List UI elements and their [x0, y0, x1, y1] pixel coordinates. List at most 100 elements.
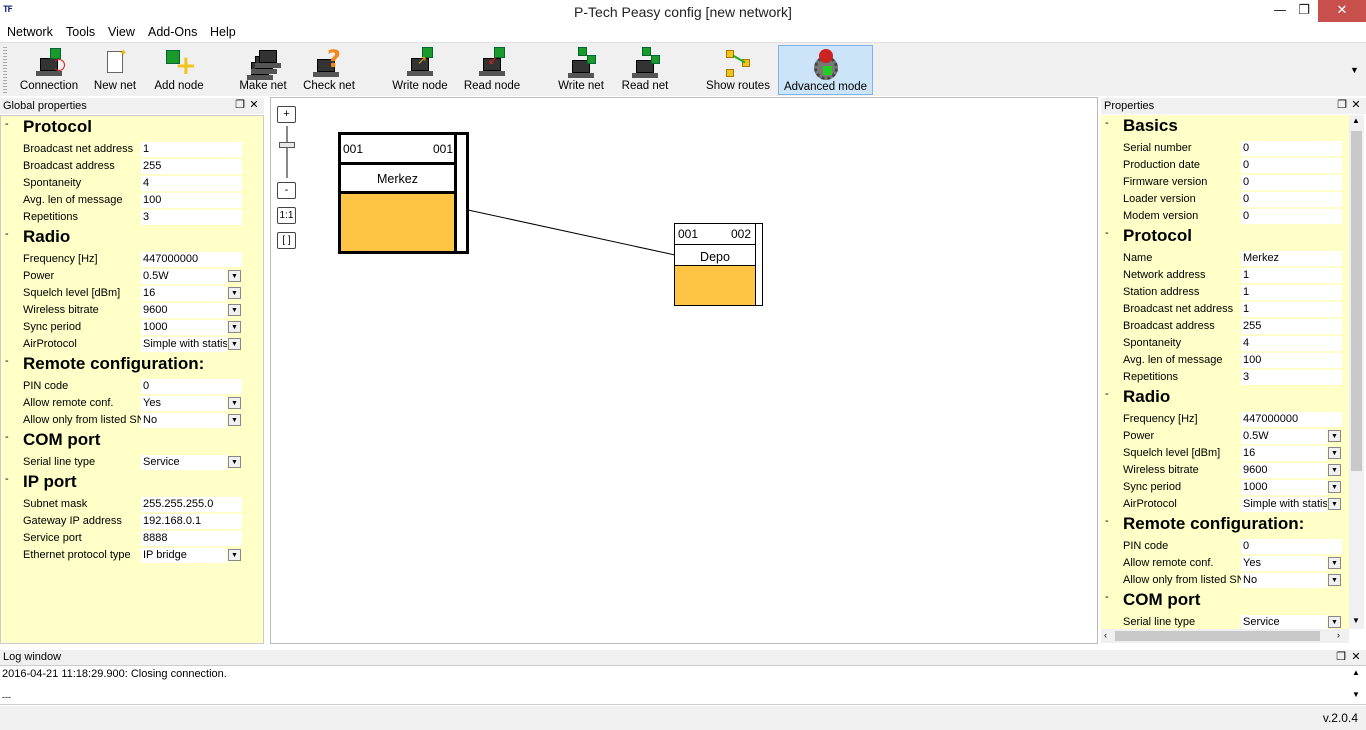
write-net-button[interactable]: Write net	[553, 45, 609, 95]
dropdown-arrow-icon[interactable]: ▼	[228, 397, 241, 409]
property-value[interactable]: 3	[1241, 370, 1342, 385]
property-value[interactable]: 1000	[1241, 480, 1327, 495]
property-value[interactable]: 1	[1241, 285, 1342, 300]
collapse-icon[interactable]: -	[1105, 227, 1109, 239]
property-row[interactable]: AirProtocol Simple with statis ▼	[1101, 496, 1349, 513]
new-net-button[interactable]: ✦ New net	[90, 45, 140, 95]
property-value[interactable]: Merkez	[1241, 251, 1342, 266]
section-protocol[interactable]: - Protocol	[1101, 225, 1349, 247]
scroll-down-icon[interactable]: ▼	[1352, 690, 1360, 699]
property-row[interactable]: Wireless bitrate 9600 ▼	[1, 302, 263, 319]
collapse-icon[interactable]: -	[5, 118, 9, 130]
collapse-icon[interactable]: -	[1105, 388, 1109, 400]
advanced-mode-button[interactable]: Advanced mode	[778, 45, 873, 95]
scroll-left-icon[interactable]: ‹	[1104, 630, 1107, 640]
property-row[interactable]: PIN code 0	[1, 378, 263, 395]
show-routes-button[interactable]: Show routes	[702, 45, 774, 95]
add-node-button[interactable]: + Add node	[150, 45, 208, 95]
property-row[interactable]: Power 0.5W ▼	[1, 268, 263, 285]
scroll-down-icon[interactable]: ▼	[1352, 616, 1360, 625]
property-row[interactable]: Allow remote conf. Yes ▼	[1101, 555, 1349, 572]
property-row[interactable]: Broadcast address 255	[1, 158, 263, 175]
menu-network[interactable]: Network	[7, 25, 53, 39]
collapse-icon[interactable]: -	[5, 431, 9, 443]
menu-add-ons[interactable]: Add-Ons	[148, 25, 197, 39]
property-row[interactable]: Broadcast address 255	[1101, 318, 1349, 335]
property-value[interactable]: No	[1241, 573, 1327, 588]
toolbar-grip[interactable]	[3, 47, 7, 93]
property-row[interactable]: Broadcast net address 1	[1, 141, 263, 158]
property-value[interactable]: 0	[1241, 175, 1342, 190]
property-row[interactable]: Sync period 1000 ▼	[1, 319, 263, 336]
read-net-button[interactable]: Read net	[618, 45, 672, 95]
properties-horizontal-scrollbar[interactable]: ‹ ›	[1101, 629, 1349, 643]
close-panel-icon[interactable]: ✕	[1350, 650, 1362, 665]
property-row[interactable]: Allow only from listed SN No ▼	[1, 412, 263, 429]
property-value[interactable]: 9600	[1241, 463, 1327, 478]
property-row[interactable]: PIN code 0	[1101, 538, 1349, 555]
section-com-port[interactable]: - COM port	[1101, 589, 1349, 611]
property-value[interactable]: 8888	[141, 531, 242, 546]
property-value[interactable]: 447000000	[1241, 412, 1342, 427]
scrollbar-thumb[interactable]	[1351, 131, 1362, 471]
scrollbar-thumb[interactable]	[1115, 631, 1320, 641]
property-value[interactable]: 1	[1241, 302, 1342, 317]
close-button[interactable]: ✕	[1318, 0, 1366, 22]
property-row[interactable]: Ethernet protocol type IP bridge ▼	[1, 547, 263, 564]
property-value[interactable]: 1	[141, 142, 242, 157]
collapse-icon[interactable]: -	[5, 355, 9, 367]
connection-button[interactable]: Connection	[18, 45, 80, 95]
property-row[interactable]: Repetitions 3	[1101, 369, 1349, 386]
property-value[interactable]: 16	[141, 286, 227, 301]
section-radio[interactable]: - Radio	[1101, 386, 1349, 408]
property-row[interactable]: Production date 0	[1101, 157, 1349, 174]
dropdown-arrow-icon[interactable]: ▼	[228, 414, 241, 426]
dropdown-arrow-icon[interactable]: ▼	[1328, 498, 1341, 510]
property-row[interactable]: Avg. len of message 100	[1, 192, 263, 209]
property-row[interactable]: Name Merkez	[1101, 250, 1349, 267]
property-value[interactable]: 0.5W	[141, 269, 227, 284]
property-row[interactable]: Broadcast net address 1	[1101, 301, 1349, 318]
properties-vertical-scrollbar[interactable]: ▲ ▼	[1349, 115, 1364, 629]
dropdown-arrow-icon[interactable]: ▼	[1328, 481, 1341, 493]
property-row[interactable]: Gateway IP address 192.168.0.1	[1, 513, 263, 530]
property-row[interactable]: Loader version 0	[1101, 191, 1349, 208]
property-value[interactable]: 0.5W	[1241, 429, 1327, 444]
property-row[interactable]: Serial number 0	[1101, 140, 1349, 157]
dropdown-arrow-icon[interactable]: ▼	[228, 456, 241, 468]
scroll-up-icon[interactable]: ▲	[1352, 668, 1360, 677]
property-value[interactable]: 4	[1241, 336, 1342, 351]
property-value[interactable]: Service	[141, 455, 227, 470]
property-value[interactable]: Service	[1241, 615, 1327, 629]
property-value[interactable]: 447000000	[141, 252, 242, 267]
property-value[interactable]: Simple with statis	[141, 337, 227, 352]
dropdown-arrow-icon[interactable]: ▼	[1328, 430, 1341, 442]
property-value[interactable]: 9600	[141, 303, 227, 318]
section-basics[interactable]: - Basics	[1101, 115, 1349, 137]
property-row[interactable]: Spontaneity 4	[1, 175, 263, 192]
dropdown-arrow-icon[interactable]: ▼	[228, 549, 241, 561]
close-panel-icon[interactable]: ✕	[1350, 98, 1362, 113]
scroll-up-icon[interactable]: ▲	[1352, 116, 1360, 125]
property-row[interactable]: Frequency [Hz] 447000000	[1, 251, 263, 268]
property-row[interactable]: Allow only from listed SN No ▼	[1101, 572, 1349, 589]
property-row[interactable]: Wireless bitrate 9600 ▼	[1101, 462, 1349, 479]
dropdown-arrow-icon[interactable]: ▼	[228, 270, 241, 282]
property-value[interactable]: 255	[141, 159, 242, 174]
property-row[interactable]: Network address 1	[1101, 267, 1349, 284]
dropdown-arrow-icon[interactable]: ▼	[1328, 464, 1341, 476]
collapse-icon[interactable]: -	[1105, 515, 1109, 527]
menu-view[interactable]: View	[108, 25, 135, 39]
dropdown-arrow-icon[interactable]: ▼	[228, 321, 241, 333]
property-value[interactable]: 192.168.0.1	[141, 514, 242, 529]
check-net-button[interactable]: ? Check net	[300, 45, 358, 95]
property-row[interactable]: Squelch level [dBm] 16 ▼	[1101, 445, 1349, 462]
property-row[interactable]: Frequency [Hz] 447000000	[1101, 411, 1349, 428]
property-value[interactable]: 100	[1241, 353, 1342, 368]
section-ip-port[interactable]: - IP port	[1, 471, 263, 493]
property-value[interactable]: 3	[141, 210, 242, 225]
network-node[interactable]: 001 002 Depo	[674, 223, 763, 306]
section-radio[interactable]: - Radio	[1, 226, 263, 248]
collapse-icon[interactable]: -	[5, 228, 9, 240]
property-row[interactable]: AirProtocol Simple with statis ▼	[1, 336, 263, 353]
